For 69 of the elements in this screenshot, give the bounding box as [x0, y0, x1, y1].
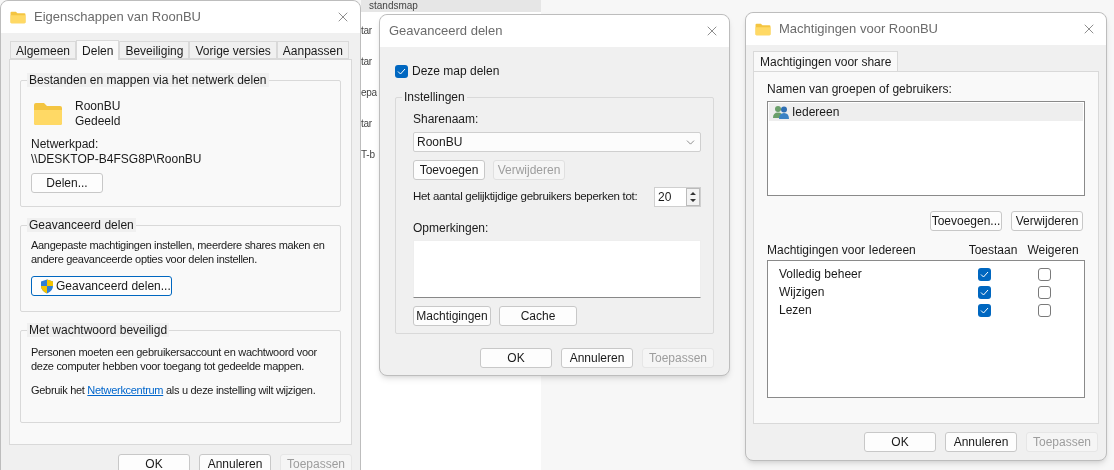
share-status: Gedeeld	[75, 114, 121, 129]
description-text: Personen moeten een gebruikersaccount en wachtwoord voor deze computer hebben voor toegang tot gedeelde mappen.	[31, 345, 318, 373]
path-label: Netwerkpad:	[31, 137, 100, 152]
folder-icon	[33, 102, 63, 126]
network-path: \\DESKTOP-B4FSG8P\RoonBU	[31, 152, 203, 167]
description-text: Aangepaste machtigingen instellen, meerdere shares maken en andere geavanceerde opties voor delen instellen.	[31, 238, 326, 266]
folder-icon	[10, 10, 26, 24]
checkbox[interactable]	[1037, 285, 1051, 299]
advanced-sharing-button[interactable]: Geavanceerd delen...	[31, 276, 172, 296]
group-heading: Geavanceerd delen	[27, 218, 136, 232]
remove-button[interactable]: Verwijderen	[1011, 211, 1083, 231]
network-center-link[interactable]: Netwerkcentrum	[87, 384, 164, 396]
permission-name: Lezen	[779, 302, 813, 319]
tab[interactable]: Machtigingen voor share	[753, 51, 899, 71]
permissions-button[interactable]: Machtigingen	[413, 306, 491, 326]
permission-name: Wijzigen	[779, 284, 826, 301]
add-button[interactable]: Toevoegen	[413, 160, 485, 180]
field-label: Sharenaam:	[413, 111, 480, 128]
permission-name: Volledig beheer	[779, 266, 863, 283]
column-header: standsmap	[369, 0, 418, 12]
tab[interactable]: Delen	[76, 40, 120, 60]
folder-icon	[755, 22, 771, 36]
checkbox[interactable]	[1037, 267, 1051, 281]
add-button[interactable]: Toevoegen...	[930, 211, 1002, 231]
window-title: Eigenschappen van RoonBU	[34, 8, 202, 27]
dialog-button[interactable]: OK	[118, 454, 190, 470]
file-name: T-b	[361, 148, 375, 162]
column-header: Weigeren	[1026, 242, 1080, 259]
group-heading: Instellingen	[402, 90, 467, 104]
checkbox[interactable]	[977, 267, 991, 281]
field-label: Namen van groepen of gebruikers:	[767, 81, 953, 98]
file-name: epa	[361, 86, 377, 100]
window-title: Machtigingen voor RoonBU	[779, 20, 939, 39]
checkbox[interactable]	[1037, 303, 1051, 317]
share-button[interactable]: Delen...	[31, 173, 103, 193]
file-name: tar	[361, 117, 372, 131]
window-title: Geavanceerd delen	[389, 22, 504, 41]
dialog-button[interactable]: Annuleren	[561, 348, 633, 368]
cache-button[interactable]: Cache	[499, 306, 577, 326]
column-header: Machtigingen voor Iedereen	[767, 242, 917, 259]
comments-field[interactable]	[413, 240, 701, 298]
dialog-button[interactable]: Annuleren	[945, 432, 1017, 452]
check-icon	[397, 67, 406, 75]
checkbox[interactable]	[977, 285, 991, 299]
users-icon	[773, 105, 790, 119]
checkbox[interactable]	[395, 64, 408, 78]
tab[interactable]: Aanpassen	[276, 41, 349, 59]
group-heading: Met wachtwoord beveiligd	[27, 323, 170, 337]
file-name: tar	[361, 55, 372, 69]
tab[interactable]: Algemeen	[10, 41, 77, 59]
field-label: Opmerkingen:	[413, 220, 490, 237]
hint-text: Gebruik het Netwerkcentrum als u deze instelling wilt wijzigen.	[31, 383, 317, 397]
column-header: Toestaan	[967, 242, 1019, 259]
dialog-button[interactable]: OK	[864, 432, 936, 452]
dialog-button[interactable]: Annuleren	[199, 454, 271, 470]
checkbox[interactable]	[977, 303, 991, 317]
field-label: Het aantal gelijktijdige gebruikers beperken tot:	[413, 189, 638, 205]
shield-icon	[40, 278, 54, 294]
tab[interactable]: Beveiliging	[119, 41, 190, 59]
dialog-button[interactable]: OK	[480, 348, 552, 368]
file-name: tar	[361, 24, 372, 38]
user-list-item[interactable]: Iedereen	[769, 103, 1083, 121]
tab[interactable]: Vorige versies	[189, 41, 277, 59]
group-heading: Bestanden en mappen via het netwerk delen	[27, 73, 269, 87]
user-limit-spinner[interactable]: 20	[654, 187, 701, 207]
checkbox-label[interactable]: Deze map delen	[412, 62, 500, 80]
folder-name: RoonBU	[75, 99, 121, 114]
share-name-dropdown[interactable]: RoonBU	[413, 132, 701, 152]
spinner-arrows-icon	[686, 188, 700, 206]
